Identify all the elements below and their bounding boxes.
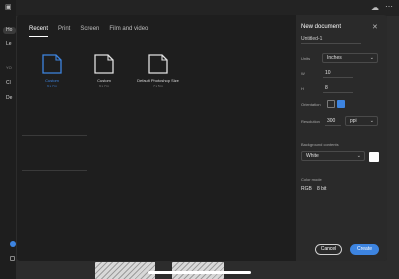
document-icon — [94, 54, 114, 74]
more-icon[interactable]: ⋯ — [385, 2, 393, 11]
height-label: H — [301, 86, 304, 91]
document-name-input[interactable] — [301, 35, 361, 44]
background-contents-select[interactable]: White ⌄ — [301, 151, 365, 161]
close-icon[interactable]: ✕ — [372, 24, 378, 32]
recent-file-thumbnail[interactable] — [95, 262, 155, 279]
sidebar-item-cloud[interactable]: Cl — [6, 80, 11, 87]
sidebar-item-deleted[interactable]: De — [6, 95, 12, 102]
preset-card[interactable]: Default Photoshop Size 7 x 5 in — [130, 53, 186, 88]
tab-recent[interactable]: Recent — [29, 25, 49, 37]
document-icon — [148, 54, 168, 74]
background-color-swatch[interactable] — [369, 152, 379, 162]
home-indicator — [148, 271, 251, 274]
preset-size: 9 x 7 in — [99, 84, 109, 88]
sidebar-item-learn[interactable]: Le — [6, 41, 12, 48]
app-logo-icon: ▣ — [5, 4, 12, 11]
units-value: Inches — [327, 55, 342, 61]
background-contents-label: Background contents — [301, 142, 339, 147]
cancel-button[interactable]: Cancel — [315, 244, 342, 255]
landscape-orientation-button[interactable] — [337, 100, 345, 108]
document-settings-panel — [296, 15, 387, 261]
settings-icon[interactable] — [10, 256, 15, 261]
app-sidebar: ▣ Ho Le YO Cl De — [0, 0, 16, 279]
preset-card[interactable]: Custom 9 x 7 in — [76, 53, 132, 88]
portrait-orientation-button[interactable] — [327, 100, 335, 108]
preset-card[interactable]: Custom 9 x 7 in — [24, 53, 80, 88]
cloud-icon[interactable]: ☁ — [371, 3, 379, 12]
chevron-down-icon: ⌄ — [369, 118, 374, 124]
document-icon — [42, 54, 62, 74]
width-input[interactable]: 10 — [323, 69, 353, 78]
color-mode-value[interactable]: RGB — [301, 186, 312, 192]
background-contents-value: White — [306, 153, 319, 159]
help-icon[interactable] — [10, 241, 16, 247]
tab-film-and-video[interactable]: Film and video — [109, 25, 148, 37]
tab-screen[interactable]: Screen — [80, 25, 99, 37]
divider — [22, 170, 87, 171]
sidebar-item-home[interactable]: Ho — [3, 27, 16, 34]
bit-depth-value[interactable]: 8 bit — [317, 186, 326, 192]
app-top-bar — [0, 0, 399, 16]
preset-tabs: Recent Print Screen Film and video — [29, 25, 148, 37]
height-input[interactable]: 8 — [323, 84, 353, 93]
new-document-dialog: Recent Print Screen Film and video Custo… — [17, 15, 387, 261]
preset-size: 7 x 5 in — [153, 84, 163, 88]
resolution-unit-value: ppi — [350, 118, 357, 124]
tab-print[interactable]: Print — [58, 25, 70, 37]
resolution-label: Resolution — [301, 119, 320, 124]
width-label: W — [301, 71, 305, 76]
chevron-down-icon: ⌄ — [369, 55, 374, 61]
create-button[interactable]: Create — [350, 244, 379, 255]
resolution-unit-select[interactable]: ppi ⌄ — [345, 116, 378, 126]
panel-title: New document — [301, 24, 342, 30]
orientation-label: Orientation — [301, 102, 321, 107]
preset-size: 9 x 7 in — [47, 84, 57, 88]
divider — [22, 135, 87, 136]
units-select[interactable]: Inches ⌄ — [322, 53, 378, 63]
resolution-input[interactable]: 300 — [325, 117, 341, 126]
chevron-down-icon: ⌄ — [356, 153, 361, 159]
sidebar-section-label: YO — [6, 65, 12, 70]
color-mode-label: Color mode — [301, 177, 322, 182]
units-label: Units — [301, 56, 311, 61]
